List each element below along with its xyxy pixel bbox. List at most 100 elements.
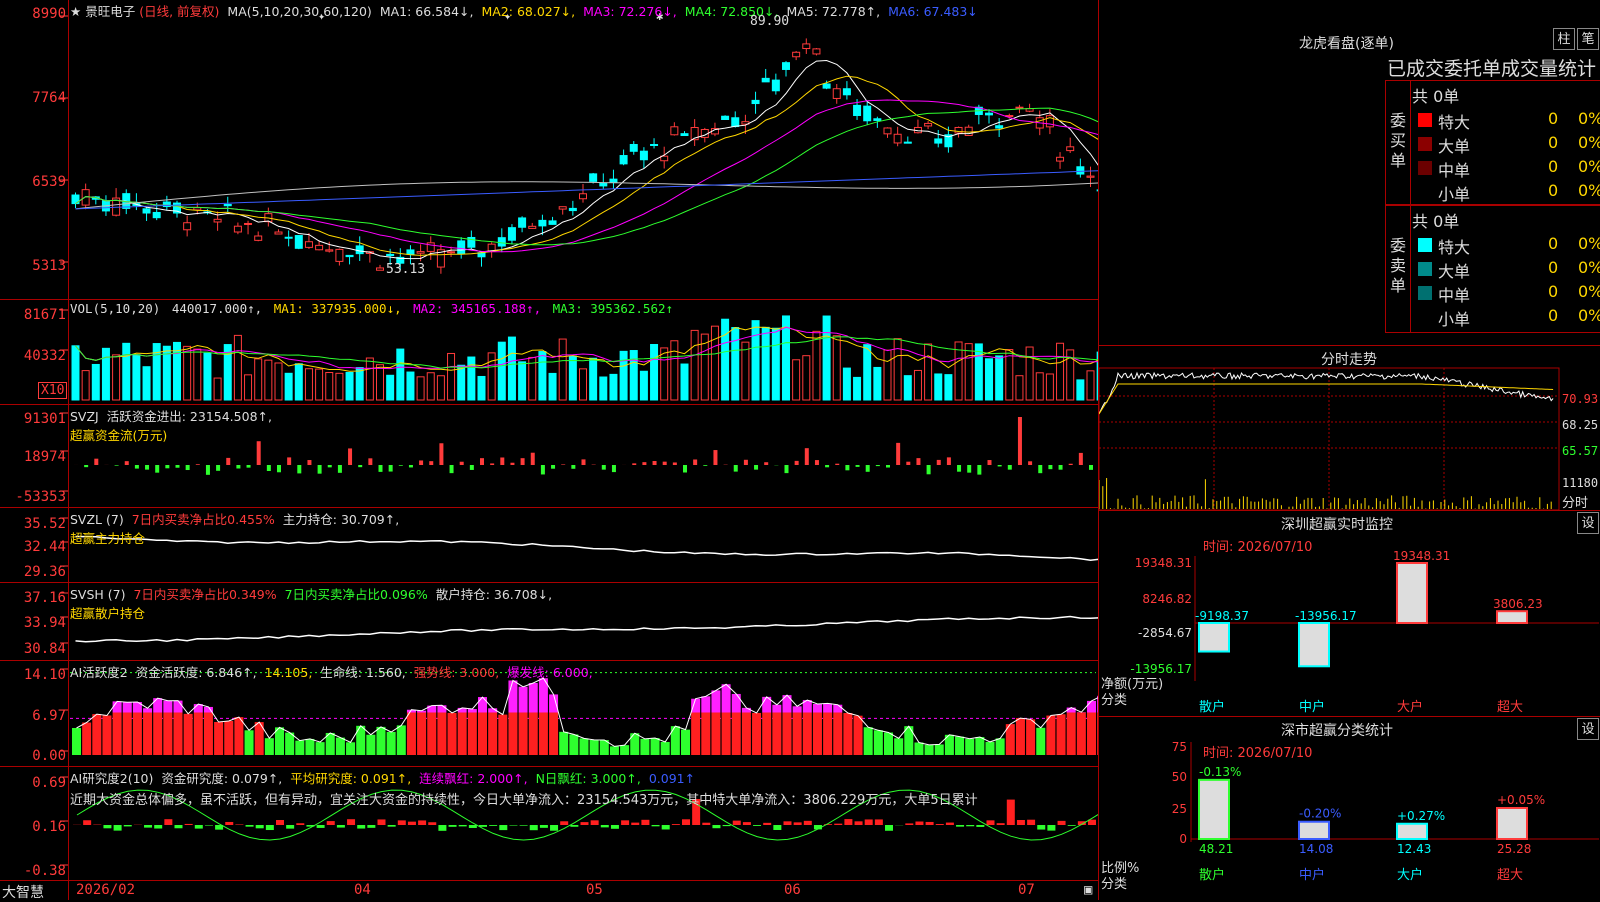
star-icon[interactable]: ★ xyxy=(70,4,81,19)
research-bar xyxy=(185,824,193,825)
y-label: -53353 xyxy=(0,489,66,505)
y-label: 40332 xyxy=(0,348,66,364)
activity-bar xyxy=(366,735,375,755)
volume-bar xyxy=(823,316,830,400)
research-bar xyxy=(936,824,944,825)
activity-bar xyxy=(580,738,589,755)
activity-bar xyxy=(996,738,1005,755)
activity-burst-bar xyxy=(468,709,477,712)
volume-bar xyxy=(336,373,343,400)
research-bar xyxy=(418,820,426,825)
volume-bar xyxy=(620,351,627,400)
volume-bar xyxy=(671,341,678,400)
research-bar xyxy=(652,825,660,826)
research-bar xyxy=(225,822,233,825)
activity-bar xyxy=(1046,716,1055,755)
kline-chart[interactable]: ✦✦✱ xyxy=(0,0,1098,300)
order-type: 大单 xyxy=(1438,133,1470,157)
activity-bar xyxy=(265,738,274,755)
category-label: 散户 xyxy=(1199,867,1225,883)
fenshi-chart[interactable] xyxy=(1099,346,1600,511)
sz-monitor-panel[interactable]: 深圳超赢实时监控 设 时间: 2026/07/10 19348.318246.8… xyxy=(1098,510,1600,716)
flow-bar xyxy=(328,465,332,467)
svzj-value: 活跃资金进出: 23154.508↑, xyxy=(107,409,272,424)
flow-bar xyxy=(734,465,738,472)
kline-pane[interactable]: ✦✦✱ ★景旺电子(日线, 前复权) MA(5,10,20,30,60,120)… xyxy=(0,0,1098,300)
research-bar xyxy=(550,825,558,831)
y-label: 81671 xyxy=(0,307,66,323)
activity-bar xyxy=(234,717,243,755)
ai-research-pane[interactable]: AI研究度2(10) 资金研究度: 0.079↑, 平均研究度: 0.091↑,… xyxy=(0,767,1098,880)
ai-activity-pane[interactable]: AI活跃度2 资金活跃度: 6.846↑, 14.105, 生命线: 1.560… xyxy=(0,661,1098,767)
net-bar xyxy=(1497,611,1527,623)
volume-bar xyxy=(468,357,475,400)
ai2-red-streak: 连续飘红: 2.000↑, xyxy=(419,771,527,786)
svsh-pane[interactable]: SVSH (7) 7日内买卖净占比0.349% 7日内买卖净占比0.096% 散… xyxy=(0,583,1098,661)
volume-bar xyxy=(265,360,272,400)
tick-mode-button[interactable]: 笔 xyxy=(1577,28,1599,50)
x-tick: 06 xyxy=(784,882,801,898)
activity-bar xyxy=(204,712,213,755)
candle-body xyxy=(600,183,607,186)
activity-bar xyxy=(783,712,792,755)
activity-bar xyxy=(681,730,690,755)
svzl-pane[interactable]: SVZL (7) 7日内买卖净占比0.455% 主力持仓: 30.709↑, 超… xyxy=(0,508,1098,583)
research-bar xyxy=(581,822,589,825)
y-label: 30.84 xyxy=(0,641,66,657)
activity-burst-bar xyxy=(772,705,781,713)
research-bar xyxy=(114,825,122,831)
order-count: 0 xyxy=(1548,258,1558,277)
category-label: 中户 xyxy=(1299,867,1325,883)
candle-body xyxy=(153,212,160,217)
activity-bar xyxy=(305,739,314,755)
activity-bar xyxy=(82,723,91,755)
activity-bar xyxy=(691,712,700,755)
flow-bar xyxy=(947,457,951,465)
research-bar xyxy=(438,825,446,831)
order-type: 小单 xyxy=(1438,181,1470,205)
lock-icon[interactable]: ▣ xyxy=(1084,882,1092,898)
ma-line-6 xyxy=(76,171,1099,209)
volume-bar xyxy=(843,368,850,400)
candle-body xyxy=(336,249,343,261)
research-bar xyxy=(611,825,619,829)
change-label: -0.13% xyxy=(1199,765,1241,779)
sz-class-panel[interactable]: 深市超赢分类统计 设 时间: 2026/07/10 7550250-0.13%4… xyxy=(1098,716,1600,900)
candle-body xyxy=(823,84,830,88)
volume-pane[interactable]: VOL(5,10,20) 440017.000↑, MA1: 337935.00… xyxy=(0,300,1098,405)
volume-bar xyxy=(234,335,241,400)
research-bar xyxy=(378,819,386,825)
activity-bar xyxy=(955,737,964,755)
candle-body xyxy=(184,223,191,230)
order-type: 中单 xyxy=(1438,282,1470,306)
volume-bar xyxy=(285,373,292,400)
volume-bar xyxy=(488,353,495,400)
svzj-pane[interactable]: SVZJ 活跃资金进出: 23154.508↑, 超赢资金流(万元) 91301… xyxy=(0,405,1098,508)
brand-label[interactable]: 大智慧 xyxy=(2,882,44,902)
flow-bar xyxy=(571,465,575,469)
activity-bar xyxy=(590,740,599,755)
sz-monitor-chart[interactable]: 19348.318246.82-2854.67-13956.17-9198.37… xyxy=(1099,511,1600,717)
research-bar xyxy=(195,825,203,829)
kline-mode: (日线, 前复权) xyxy=(139,4,219,19)
volume-bar xyxy=(397,349,404,400)
volume-bar xyxy=(996,356,1003,400)
activity-bar xyxy=(549,712,558,755)
volume-bar xyxy=(245,375,252,400)
sell-row: 小单00% xyxy=(1410,304,1600,328)
longhu-panel: 龙虎看盘(逐单) 柱 笔 已成交委托单成交量统计 委买单 共 0单 特大00%大… xyxy=(1098,0,1600,345)
activity-bar xyxy=(711,712,720,755)
flow-bar xyxy=(419,460,423,465)
candle-body xyxy=(651,144,658,145)
activity-bar xyxy=(843,713,852,755)
fenshi-panel[interactable]: 分时走势 70.93 68.25 65.57 11180 分时 xyxy=(1098,345,1600,510)
y-label: 7764 xyxy=(0,90,66,106)
volume-bar xyxy=(82,371,89,400)
bar-mode-button[interactable]: 柱 xyxy=(1553,28,1575,50)
sz-class-chart[interactable]: 7550250-0.13%48.21散户-0.20%14.08中户+0.27%1… xyxy=(1099,717,1600,901)
volume-bar xyxy=(508,337,515,400)
y-label: 6.97 xyxy=(0,708,66,724)
activity-bar xyxy=(1067,712,1076,755)
flow-bar xyxy=(135,465,139,469)
research-bar xyxy=(296,823,304,825)
